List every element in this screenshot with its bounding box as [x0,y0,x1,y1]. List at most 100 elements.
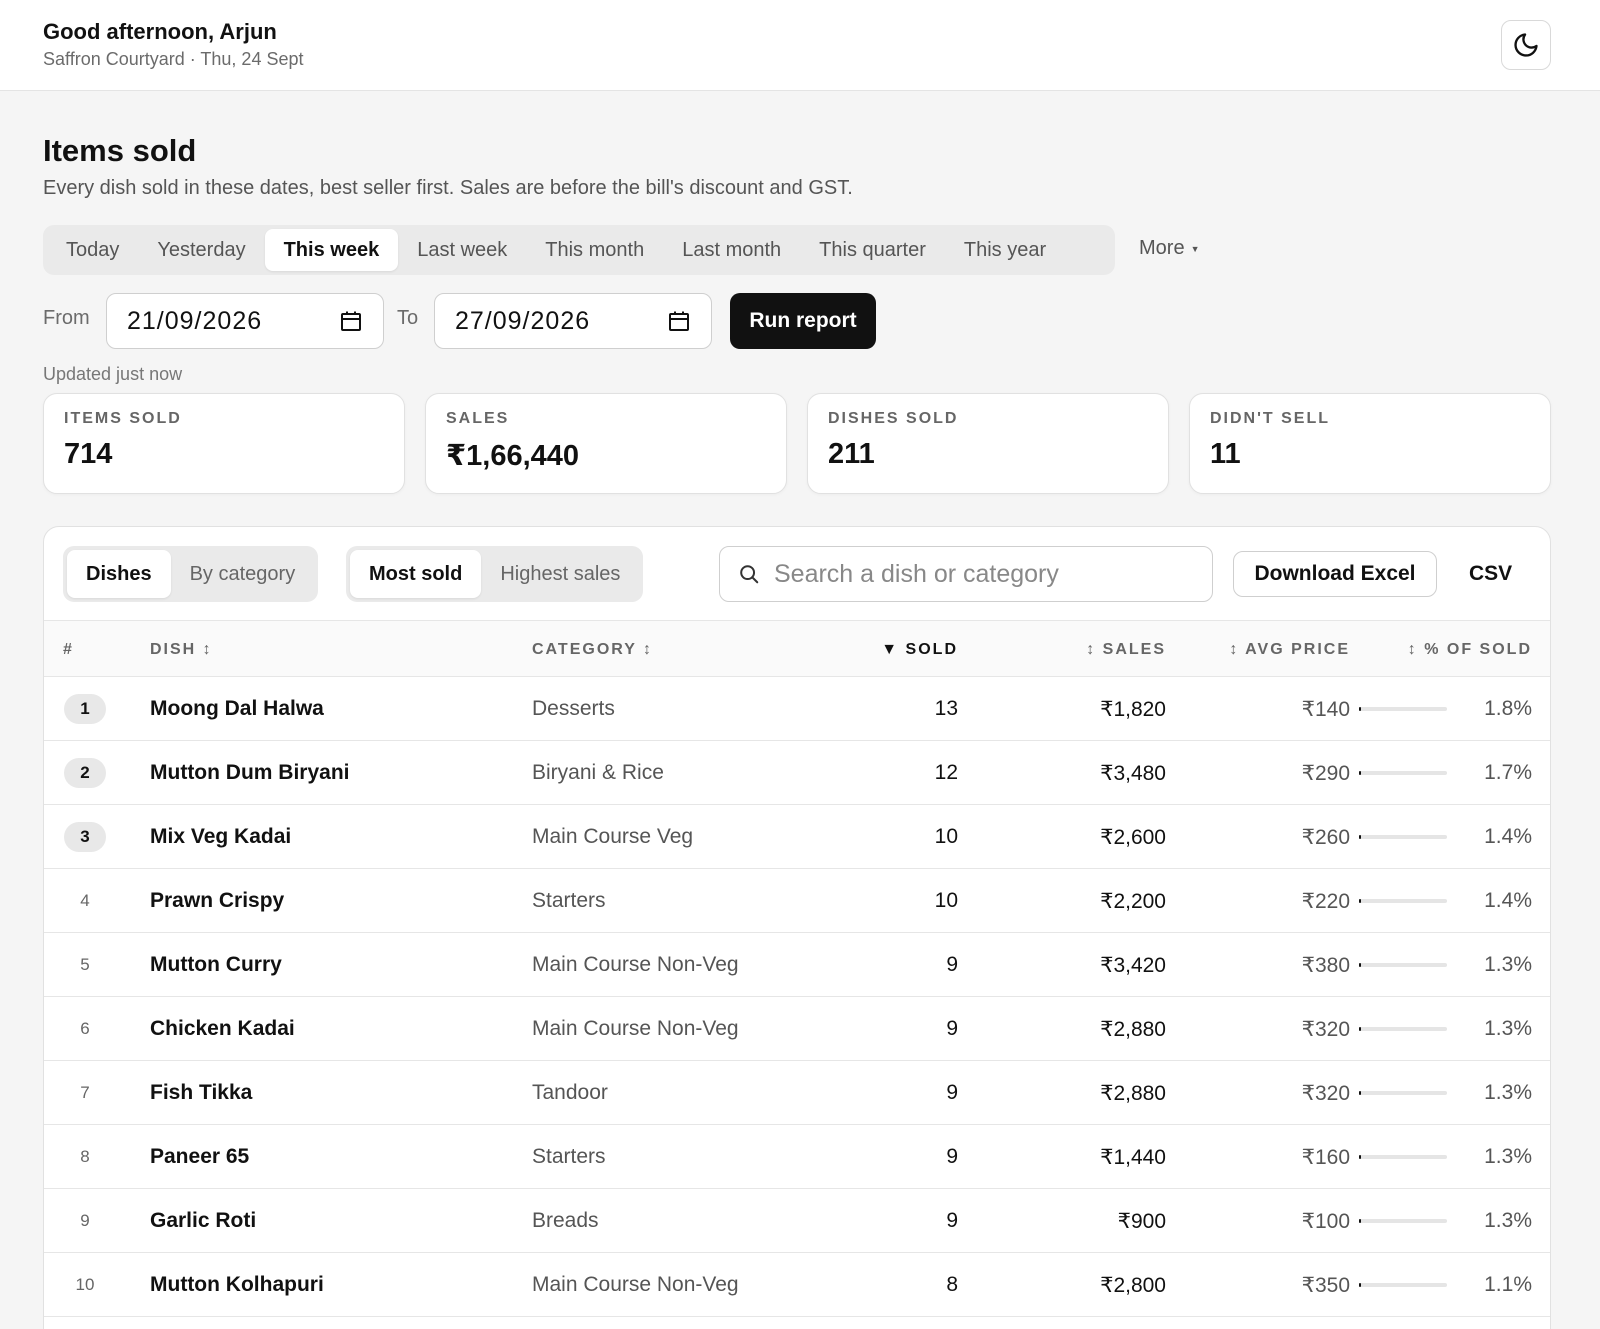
range-tab-last-week[interactable]: Last week [398,229,526,271]
share-bar [1359,1155,1447,1159]
sold-count: 10 [934,889,958,912]
range-tab-yesterday[interactable]: Yesterday [138,229,264,271]
table-row[interactable]: 7 Fish Tikka Tandoor 9 ₹2,880 ₹320 1.3% [44,1061,1550,1125]
table-row[interactable]: 9 Garlic Roti Breads 9 ₹900 ₹100 1.3% [44,1189,1550,1253]
rank-cell: 6 [62,997,108,1061]
sales-amount: ₹2,800 [1100,1273,1166,1297]
sold-count: 9 [946,1081,958,1104]
share-bar-fill [1359,1027,1361,1031]
table-row[interactable]: 8 Paneer 65 Starters 9 ₹1,440 ₹160 1.3% [44,1125,1550,1189]
rank-number: 4 [80,891,90,910]
from-date-input[interactable]: 21/09/2026 [106,293,384,349]
pct-of-sold: 1.4% [1484,889,1532,912]
table-row[interactable]: 2 Mutton Dum Biryani Biryani & Rice 12 ₹3,48… [44,741,1550,805]
dish-name: Mutton Curry [150,953,282,976]
csv-button[interactable]: CSV [1469,551,1512,597]
pct-of-sold: 1.1% [1484,1273,1532,1296]
rank-number: 10 [75,1275,95,1294]
caret-down-icon: ▼ [1190,243,1200,254]
rank-badge: 2 [64,758,106,788]
range-tab-this-month[interactable]: This month [526,229,663,271]
category-name: Breads [532,1209,599,1232]
avg-price: ₹290 [1301,761,1350,785]
table-row[interactable]: 1 Moong Dal Halwa Desserts 13 ₹1,820 ₹140 1.8% [44,677,1550,741]
restaurant-date: Saffron Courtyard · Thu, 24 Sept [43,49,304,69]
rank-cell: 2 [62,741,108,805]
table-row[interactable]: 3 Mix Veg Kadai Main Course Veg 10 ₹2,600 ₹26… [44,805,1550,869]
dish-name: Mutton Dum Biryani [150,761,350,784]
from-label: From [43,307,90,329]
to-label: To [397,307,419,329]
share-bar [1359,899,1447,903]
sort-highest-sales-button[interactable]: Highest sales [481,550,639,598]
col-category[interactable]: CATEGORY ↕ [532,621,653,678]
col-pct-sold[interactable]: ↕ % OF SOLD [1364,621,1532,678]
theme-toggle-button[interactable] [1501,20,1551,70]
to-date-input[interactable]: 27/09/2026 [434,293,712,349]
col-dish[interactable]: DISH ↕ [150,621,213,678]
more-ranges-button[interactable]: More ▼ [1139,237,1200,260]
sort-toggle: Most sold Highest sales [346,546,644,602]
sales-amount: ₹900 [1117,1209,1166,1233]
rank-badge: 1 [64,694,106,724]
sold-count: 13 [934,697,958,720]
search-box[interactable] [719,546,1213,602]
stat-card-didnt-sell: DIDN'T SELL 11 [1189,393,1551,494]
pct-of-sold: 1.7% [1484,761,1532,784]
rank-number: 9 [80,1211,90,1230]
rank-cell: 5 [62,933,108,997]
view-by-category-button[interactable]: By category [171,550,315,598]
table-row[interactable]: 4 Prawn Crispy Starters 10 ₹2,200 ₹220 1.4% [44,869,1550,933]
range-tab-last-month[interactable]: Last month [663,229,800,271]
avg-price: ₹160 [1301,1145,1350,1169]
from-date-value: 21/09/2026 [127,306,263,335]
date-range-tabs: Today Yesterday This week Last week This mon… [43,225,1115,275]
rank-cell: 1 [62,677,108,741]
col-sold[interactable]: ▼ SOLD [804,621,958,678]
pct-of-sold: 1.3% [1484,1081,1532,1104]
range-tab-today[interactable]: Today [47,229,138,271]
sort-most-sold-button[interactable]: Most sold [350,550,482,598]
table-header: # DISH ↕ CATEGORY ↕ ▼ SOLD ↕ SALES ↕ AVG… [44,620,1550,678]
dish-name: Prawn Crispy [150,889,285,912]
run-report-button[interactable]: Run report [730,293,876,349]
page-description: Every dish sold in these dates, best sel… [43,177,853,199]
sales-amount: ₹2,880 [1100,1081,1166,1105]
dish-name: Moong Dal Halwa [150,697,324,720]
share-bar-fill [1359,707,1362,711]
table-row[interactable]: 10 Mutton Kolhapuri Main Course Non-Veg 8 ₹2… [44,1253,1550,1317]
category-name: Main Course Non-Veg [532,1273,739,1296]
range-tab-this-week[interactable]: This week [264,229,399,271]
calendar-icon[interactable] [667,309,691,333]
calendar-icon[interactable] [339,309,363,333]
table-row[interactable]: 6 Chicken Kadai Main Course Non-Veg 9 ₹2,880… [44,997,1550,1061]
greeting: Good afternoon, Arjun [43,19,277,44]
category-name: Starters [532,889,606,912]
avg-price: ₹140 [1301,697,1350,721]
dish-name: Garlic Roti [150,1209,257,1232]
sales-amount: ₹2,880 [1100,1017,1166,1041]
col-avg-price[interactable]: ↕ AVG PRICE [1154,621,1350,678]
col-sales[interactable]: ↕ SALES [994,621,1166,678]
view-dishes-button[interactable]: Dishes [67,550,171,598]
range-tab-this-quarter[interactable]: This quarter [800,229,945,271]
search-input[interactable] [774,559,1194,589]
page-title: Items sold [43,133,197,168]
table-body: 1 Moong Dal Halwa Desserts 13 ₹1,820 ₹140 1.8%… [44,677,1550,1317]
share-bar [1359,1283,1447,1287]
more-label: More [1139,237,1185,259]
moon-icon [1514,33,1538,57]
table-row[interactable]: 5 Mutton Curry Main Course Non-Veg 9 ₹3,420 ₹… [44,933,1550,997]
category-name: Main Course Non-Veg [532,953,739,976]
category-name: Biryani & Rice [532,761,664,784]
rank-cell: 8 [62,1125,108,1189]
range-tab-this-year[interactable]: This year [945,229,1065,271]
dish-name: Fish Tikka [150,1081,253,1104]
stat-value: 714 [64,438,113,470]
dish-name: Paneer 65 [150,1145,250,1168]
sales-amount: ₹1,820 [1100,697,1166,721]
share-bar-fill [1359,1091,1361,1095]
share-bar [1359,771,1447,775]
download-excel-button[interactable]: Download Excel [1233,551,1437,597]
sold-count: 9 [946,1017,958,1040]
